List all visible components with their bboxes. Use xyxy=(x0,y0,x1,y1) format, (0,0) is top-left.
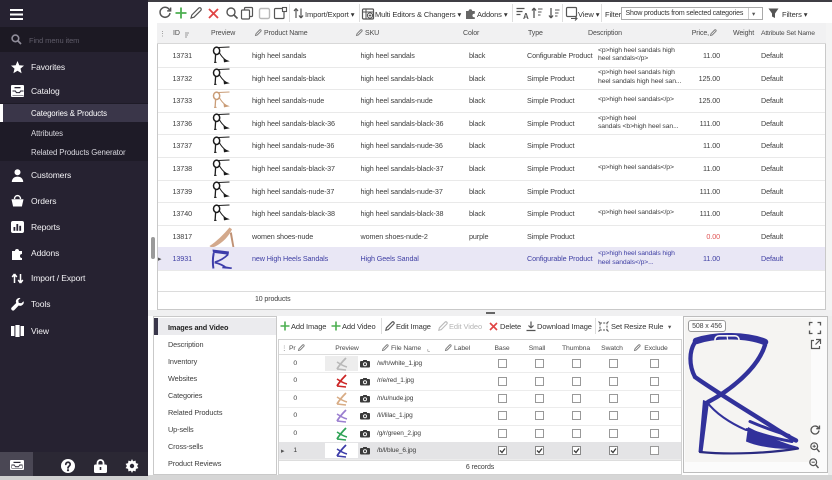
svg-text:A: A xyxy=(523,12,529,21)
